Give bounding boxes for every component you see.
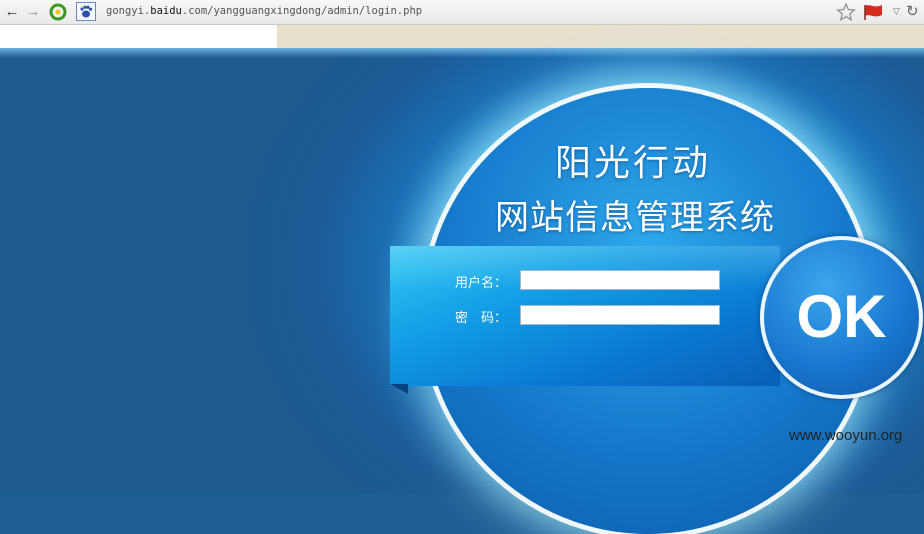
username-label: 用户名： (455, 275, 508, 290)
blank-bar (0, 25, 277, 48)
url-domain: baidu (150, 5, 182, 17)
url-prefix: gongyi. (106, 5, 151, 17)
password-input[interactable] (520, 305, 720, 325)
url-suffix: .com/yangguangxingdong/admin/login.php (181, 5, 423, 17)
system-title-line1: 阳光行动 (555, 142, 712, 183)
baidu-paw-icon (76, 2, 96, 21)
username-input[interactable] (520, 270, 720, 290)
green-circle-icon[interactable] (49, 3, 67, 21)
refresh-icon[interactable]: ↻ (906, 2, 919, 20)
password-label: 密 码： (455, 310, 508, 325)
system-title-line2: 网站信息管理系统 (495, 199, 775, 237)
panel-fold (390, 384, 408, 394)
browser-toolbar: ← → gongyi.baidu.com/yangguangxingdong/a… (0, 0, 924, 25)
star-icon[interactable] (836, 2, 856, 22)
triangle-down-icon[interactable]: ▽ (893, 6, 900, 17)
top-highlight (0, 48, 924, 58)
bookmarks-strip (0, 25, 924, 48)
back-arrow-icon[interactable]: ← (3, 3, 21, 21)
ok-submit-button[interactable]: OK (760, 236, 923, 399)
watermark-text: www.wooyun.org (789, 427, 903, 444)
forward-arrow-icon[interactable]: → (24, 3, 42, 21)
flag-icon[interactable] (862, 3, 886, 21)
address-bar[interactable]: gongyi.baidu.com/yangguangxingdong/admin… (106, 5, 422, 17)
